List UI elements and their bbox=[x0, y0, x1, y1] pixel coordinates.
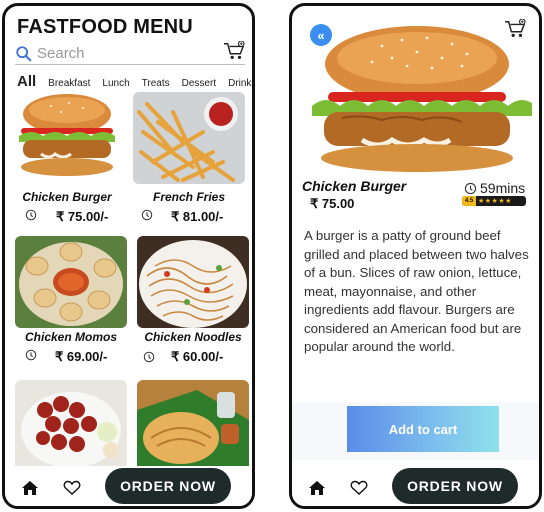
detail-screen: « Chicken Burger ₹ 75.00 59mins 4.5 ★★★★… bbox=[289, 3, 542, 509]
item-name: French Fries bbox=[152, 190, 226, 204]
clock-icon bbox=[25, 209, 37, 221]
back-button[interactable]: « bbox=[310, 24, 332, 46]
home-icon[interactable] bbox=[308, 480, 326, 496]
page-title: FASTFOOD MENU bbox=[17, 16, 193, 38]
tab-drinks[interactable]: Drinks bbox=[228, 78, 252, 89]
item-name: Chicken Burger bbox=[22, 190, 112, 204]
search-input[interactable] bbox=[37, 45, 217, 62]
prep-time-value: 59mins bbox=[480, 180, 526, 196]
home-icon[interactable] bbox=[21, 480, 39, 496]
clock-icon bbox=[25, 349, 37, 361]
chicken-momos-image bbox=[15, 236, 127, 328]
order-now-button[interactable]: ORDER NOW bbox=[105, 468, 231, 504]
chicken-65-image bbox=[15, 380, 127, 472]
cart-icon[interactable] bbox=[504, 19, 526, 39]
tab-treats[interactable]: Treats bbox=[142, 78, 170, 89]
tab-lunch[interactable]: Lunch bbox=[102, 78, 129, 89]
menu-screen: FASTFOOD MENU All Breakfast Lunch Treats… bbox=[2, 3, 255, 509]
rating-badge: 4.5 ★★★★★ bbox=[462, 196, 526, 206]
parotta-image bbox=[137, 380, 249, 472]
item-price: ₹ 75.00 bbox=[310, 196, 355, 211]
item-price: ₹ 75.00/- bbox=[56, 209, 109, 224]
add-to-cart-button[interactable]: Add to cart bbox=[347, 406, 499, 452]
heart-icon[interactable] bbox=[63, 480, 81, 496]
clock-icon bbox=[141, 209, 153, 221]
item-name: Chicken Burger bbox=[302, 178, 407, 194]
item-description: A burger is a patty of ground beef grill… bbox=[304, 228, 529, 354]
french-fries-image bbox=[133, 92, 245, 184]
category-tabs: All Breakfast Lunch Treats Dessert Drink… bbox=[17, 73, 252, 90]
clock-icon bbox=[464, 182, 477, 194]
item-price: ₹ 60.00/- bbox=[171, 349, 224, 364]
clock-icon bbox=[143, 351, 155, 363]
tab-dessert[interactable]: Dessert bbox=[182, 78, 216, 89]
item-name: Chicken Noodles bbox=[144, 330, 242, 344]
chicken-burger-hero-image bbox=[312, 26, 532, 172]
tab-all[interactable]: All bbox=[17, 73, 36, 90]
tab-breakfast[interactable]: Breakfast bbox=[48, 78, 90, 89]
search-bar[interactable] bbox=[15, 43, 245, 65]
star-icons: ★★★★★ bbox=[478, 198, 512, 205]
item-name: Chicken Momos bbox=[24, 330, 117, 344]
heart-icon[interactable] bbox=[350, 480, 368, 496]
order-now-button[interactable]: ORDER NOW bbox=[392, 468, 518, 504]
prep-time: 59mins bbox=[464, 180, 525, 196]
search-icon bbox=[16, 45, 32, 61]
chicken-noodles-image bbox=[137, 236, 249, 328]
chicken-burger-image bbox=[11, 92, 123, 184]
item-price: ₹ 69.00/- bbox=[55, 349, 108, 364]
item-price: ₹ 81.00/- bbox=[171, 209, 224, 224]
rating-value: 4.5 bbox=[462, 196, 476, 206]
